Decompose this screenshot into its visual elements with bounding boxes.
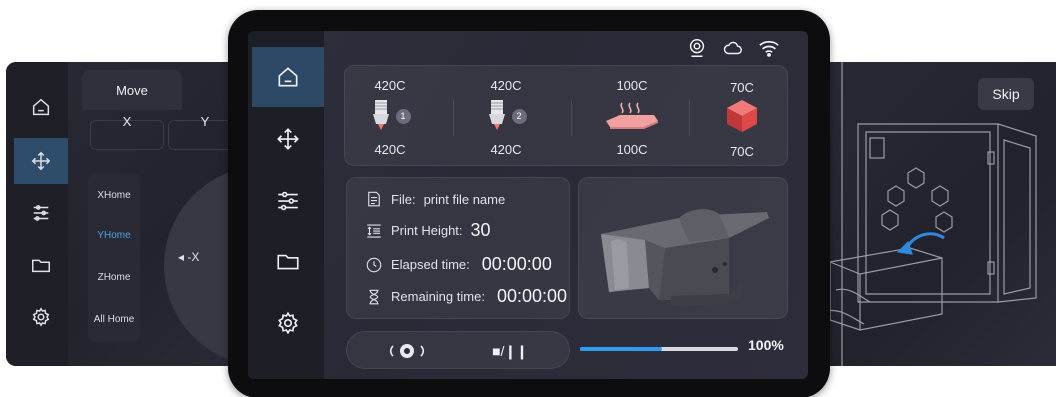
temperature-card: 420C 1 420C 420C 2 420C 100C 100C 70C 70…: [344, 65, 788, 166]
nozzle-2-current-temp: 420C: [490, 142, 522, 157]
elapsed-time-label: Elapsed time:: [391, 257, 470, 272]
bed-target-temp: 100C: [616, 78, 648, 93]
cloud-icon[interactable]: [722, 37, 744, 59]
move-icon: [31, 151, 51, 171]
yhome-button[interactable]: YHome: [88, 216, 140, 254]
print-height-label: Print Height:: [391, 223, 463, 238]
remaining-time-value: 00:00:00: [496, 286, 568, 306]
nav-system[interactable]: [252, 293, 324, 353]
model-preview-card: [578, 177, 788, 319]
nozzle-icon: [372, 100, 389, 130]
file-name: print file name: [423, 191, 506, 207]
x-axis-label: X: [122, 114, 132, 129]
file-row: File: print file name: [365, 190, 505, 208]
nozzle-1-target-temp: 420C: [374, 78, 406, 93]
clock-icon: [366, 257, 382, 272]
model-preview-image: [601, 209, 769, 306]
print-status-screen: 420C 1 420C 420C 2 420C 100C 100C 70C 70…: [248, 31, 808, 379]
nozzle-2-temp[interactable]: 420C 2 420C: [461, 66, 551, 165]
wifi-icon[interactable]: [758, 37, 780, 59]
home-icon: [32, 98, 50, 116]
y-axis-label: Y: [200, 114, 210, 129]
hourglass-icon: [369, 289, 379, 304]
home-button-group: XHome YHome ZHome All Home: [88, 174, 140, 342]
tab-move[interactable]: Move: [82, 70, 182, 110]
all-home-button[interactable]: All Home: [88, 300, 140, 338]
skip-button[interactable]: Skip: [978, 78, 1034, 110]
nav-files[interactable]: [252, 231, 324, 291]
move-screen-panel: Move Ch X Y XHome YHome ZHome All Home ◂…: [6, 62, 256, 366]
remaining-time-label: Remaining time:: [391, 289, 485, 304]
folder-icon: [277, 254, 299, 270]
chamber-target-temp: 70C: [730, 80, 754, 95]
nozzle-icon: [488, 100, 505, 130]
sliders-icon: [278, 191, 298, 211]
print-controls: ■/❙❙: [346, 331, 570, 369]
nav-move[interactable]: [252, 109, 324, 169]
progress-percent: 100%: [748, 337, 784, 353]
elapsed-time-value: 00:00:00: [481, 254, 552, 274]
divider: [689, 100, 690, 136]
elapsed-time-row: Elapsed time: 00:00:00: [365, 254, 552, 275]
stop-pause-button[interactable]: ■/❙❙: [475, 332, 545, 370]
remaining-time-row: Remaining time: 00:00:00: [365, 286, 567, 307]
jog-minus-x-button[interactable]: ◂ -X: [178, 250, 199, 264]
fan-speaker-icon: [389, 344, 425, 358]
nozzle-2-badge: 2: [511, 108, 527, 124]
move-icon: [277, 128, 299, 150]
heated-bed-icon: [606, 102, 658, 129]
filament-guide-panel: Skip: [800, 62, 1056, 366]
nozzle-1-badge: 1: [395, 108, 411, 124]
tablet-device: 420C 1 420C 420C 2 420C 100C 100C 70C 70…: [228, 10, 830, 397]
nav-settings[interactable]: [252, 171, 324, 231]
left-nav-files[interactable]: [14, 242, 68, 288]
divider: [571, 100, 572, 136]
nozzle-2-target-temp: 420C: [490, 78, 522, 93]
file-icon: [368, 191, 380, 207]
print-height-row: Print Height: 30: [365, 220, 491, 241]
folder-icon: [32, 259, 50, 273]
camera-icon[interactable]: [686, 37, 708, 59]
chamber-cube-icon: [727, 100, 757, 132]
nav-home[interactable]: [252, 47, 324, 107]
file-label: File:: [391, 191, 416, 207]
nozzle-1-temp[interactable]: 420C 1 420C: [345, 66, 435, 165]
progress-bar-fill: [580, 347, 663, 351]
chamber-current-temp: 70C: [730, 144, 754, 159]
status-bar: [686, 37, 780, 59]
layer-height-icon: [367, 223, 381, 238]
zhome-button[interactable]: ZHome: [88, 258, 140, 296]
print-info-card: File: print file name Print Height: 30 E…: [346, 177, 570, 319]
progress-bar: [580, 347, 738, 351]
gear-icon: [32, 307, 50, 327]
nozzle-1-current-temp: 420C: [374, 142, 406, 157]
bed-temp[interactable]: 100C 100C: [587, 66, 677, 165]
gear-icon: [278, 311, 298, 335]
print-height-value: 30: [470, 220, 491, 240]
x-axis-field[interactable]: X: [90, 114, 164, 150]
left-nav-system[interactable]: [14, 294, 68, 340]
fan-button[interactable]: [377, 332, 437, 370]
sliders-icon: [33, 205, 49, 221]
bed-current-temp: 100C: [616, 142, 648, 157]
left-nav-move[interactable]: [14, 138, 68, 184]
left-nav-settings[interactable]: [14, 190, 68, 236]
chamber-temp[interactable]: 70C 70C: [697, 66, 787, 165]
xhome-button[interactable]: XHome: [88, 176, 140, 214]
left-nav-home[interactable]: [14, 84, 68, 130]
home-icon: [278, 67, 298, 87]
divider: [453, 100, 454, 136]
